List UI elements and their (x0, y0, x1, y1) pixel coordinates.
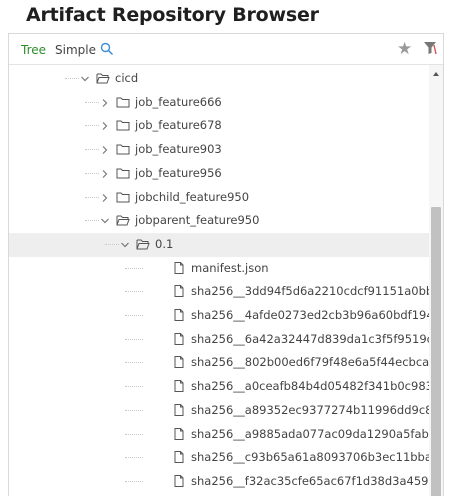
tree-file-row[interactable]: sha256__a0ceafb84b4d05482f341b0c9834ff45… (9, 375, 429, 399)
chevron-right-icon[interactable] (100, 144, 110, 155)
tree-guide-line (125, 409, 143, 411)
tree-guide-line (125, 457, 143, 459)
tree-item-label: 0.1 (155, 236, 174, 251)
tree-view-button[interactable]: Tree (21, 43, 46, 57)
tree-item-label: cicd (115, 71, 139, 85)
tree-file-row[interactable]: sha256__4afde0273ed2cb3b96a60bdf1948fde9 (9, 304, 429, 328)
tree-guide-line (85, 125, 99, 127)
repository-browser-panel: Tree Simple ★ cicd job_feature666 job_feat… (8, 33, 444, 496)
artifact-tree: cicd job_feature666 job_feature678 job_feat… (9, 65, 429, 496)
tree-item-label: sha256__6a42a32447d839da1c3f5f9519c5fbd1… (191, 331, 429, 346)
tree-file-row[interactable]: sha256__c93b65a61a8093706b3ec11bba38e124 (9, 446, 429, 470)
tree-folder-row[interactable]: job_feature666 (9, 91, 429, 115)
tree-guide-line (125, 433, 143, 435)
tree-item-label: sha256__c93b65a61a8093706b3ec11bba38e124 (191, 450, 429, 465)
chevron-right-icon[interactable] (100, 192, 110, 202)
tree-item-label: jobchild_feature950 (135, 189, 250, 204)
file-icon (172, 451, 186, 464)
folder-icon (116, 191, 130, 203)
tree-file-row[interactable]: sha256__3dd94f5d6a2210cdcf91151a0bba606f… (9, 280, 429, 304)
tree-guide-line (105, 243, 119, 245)
tree-item-label: sha256__a0ceafb84b4d05482f341b0c9834ff45… (191, 379, 429, 394)
tree-item-label: job_feature956 (135, 165, 222, 180)
chevron-down-icon[interactable] (120, 239, 130, 249)
tree-item-label: sha256__802b00ed6f79f48e6a5f44ecbcaf4356… (191, 355, 429, 370)
tree-guide-line (65, 78, 79, 79)
tree-item-label: job_feature666 (135, 94, 222, 109)
filter-icon[interactable] (423, 41, 437, 55)
file-icon (172, 309, 186, 321)
file-icon (172, 474, 186, 487)
tree-item-label: sha256__3dd94f5d6a2210cdcf91151a0bba606f… (191, 284, 429, 299)
tree-item-label: manifest.json (191, 260, 269, 275)
scroll-up-arrow-icon[interactable] (433, 72, 439, 76)
tree-guide-line (125, 291, 143, 293)
tree-folder-row[interactable]: job_feature678 (9, 114, 429, 138)
tree-folder-row[interactable]: 0.1 (9, 232, 429, 257)
tree-item-label: job_feature903 (135, 142, 222, 157)
chevron-right-icon[interactable] (100, 97, 110, 107)
tree-file-row[interactable]: sha256__6a42a32447d839da1c3f5f9519c5fbd1… (9, 328, 429, 352)
tree-folder-row[interactable]: cicd (9, 67, 429, 91)
tree-item-label: sha256__a9885ada077ac09da1290a5fab25696c (191, 426, 429, 441)
tree-guide-line (125, 386, 143, 388)
file-icon (172, 403, 186, 416)
tree-item-label: jobparent_feature950 (135, 213, 260, 228)
folder-icon (116, 96, 130, 108)
scroll-thumb[interactable] (431, 207, 441, 496)
tree-file-row[interactable]: sha256__f32ac35cfe65ac67f1d38d3a459a9d02… (9, 470, 429, 494)
file-icon (172, 356, 186, 369)
simple-view-button[interactable]: Simple (55, 43, 96, 57)
tree-folder-row[interactable]: job_feature903 (9, 138, 429, 162)
tree-file-row[interactable]: sha256__a89352ec9377274b11996dd9c8ab5230 (9, 399, 429, 423)
chevron-down-icon[interactable] (100, 215, 110, 225)
tree-folder-row[interactable]: job_feature956 (9, 162, 429, 186)
folder-icon (116, 143, 130, 155)
chevron-right-icon[interactable] (100, 120, 110, 131)
file-icon (172, 261, 186, 274)
tree-guide-line (125, 338, 143, 340)
view-toolbar: Tree Simple ★ (9, 34, 443, 65)
folder-icon (116, 167, 130, 179)
tree-guide-line (85, 149, 99, 151)
tree-guide-line (125, 362, 143, 364)
tree-file-row[interactable]: sha256__802b00ed6f79f48e6a5f44ecbcaf4356… (9, 351, 429, 375)
tree-guide-line (85, 220, 99, 222)
tree-file-row[interactable]: manifest.json (9, 257, 429, 281)
folder-open-icon (96, 72, 110, 84)
tree-item-label: sha256__4afde0273ed2cb3b96a60bdf1948fde9 (191, 308, 429, 322)
star-icon[interactable]: ★ (397, 40, 412, 57)
tree-folder-row[interactable]: jobparent_feature950 (9, 209, 429, 233)
tree-guide-line (85, 172, 99, 174)
tree-guide-line (125, 315, 143, 316)
chevron-down-icon[interactable] (80, 73, 90, 83)
file-icon (172, 427, 186, 440)
file-icon (172, 380, 186, 393)
vertical-scrollbar[interactable] (429, 65, 443, 496)
search-icon[interactable] (100, 42, 114, 56)
tree-item-label: job_feature678 (135, 118, 222, 133)
tree-file-row[interactable]: sha256__a9885ada077ac09da1290a5fab25696c (9, 423, 429, 447)
tree-guide-line (125, 267, 143, 269)
tree-item-label: sha256__f32ac35cfe65ac67f1d38d3a459a9d02… (191, 473, 429, 488)
tree-guide-line (85, 101, 99, 103)
tree-folder-row[interactable]: jobchild_feature950 (9, 186, 429, 210)
tree-guide-line (125, 480, 143, 482)
folder-open-icon (136, 238, 150, 250)
tree-item-label: sha256__a89352ec9377274b11996dd9c8ab5230 (191, 402, 429, 417)
tree-guide-line (85, 196, 99, 198)
file-icon (172, 285, 186, 298)
file-icon (172, 332, 186, 345)
folder-open-icon (116, 214, 130, 226)
page-title: Artifact Repository Browser (26, 4, 319, 26)
folder-icon (116, 119, 130, 131)
chevron-right-icon[interactable] (100, 168, 110, 178)
